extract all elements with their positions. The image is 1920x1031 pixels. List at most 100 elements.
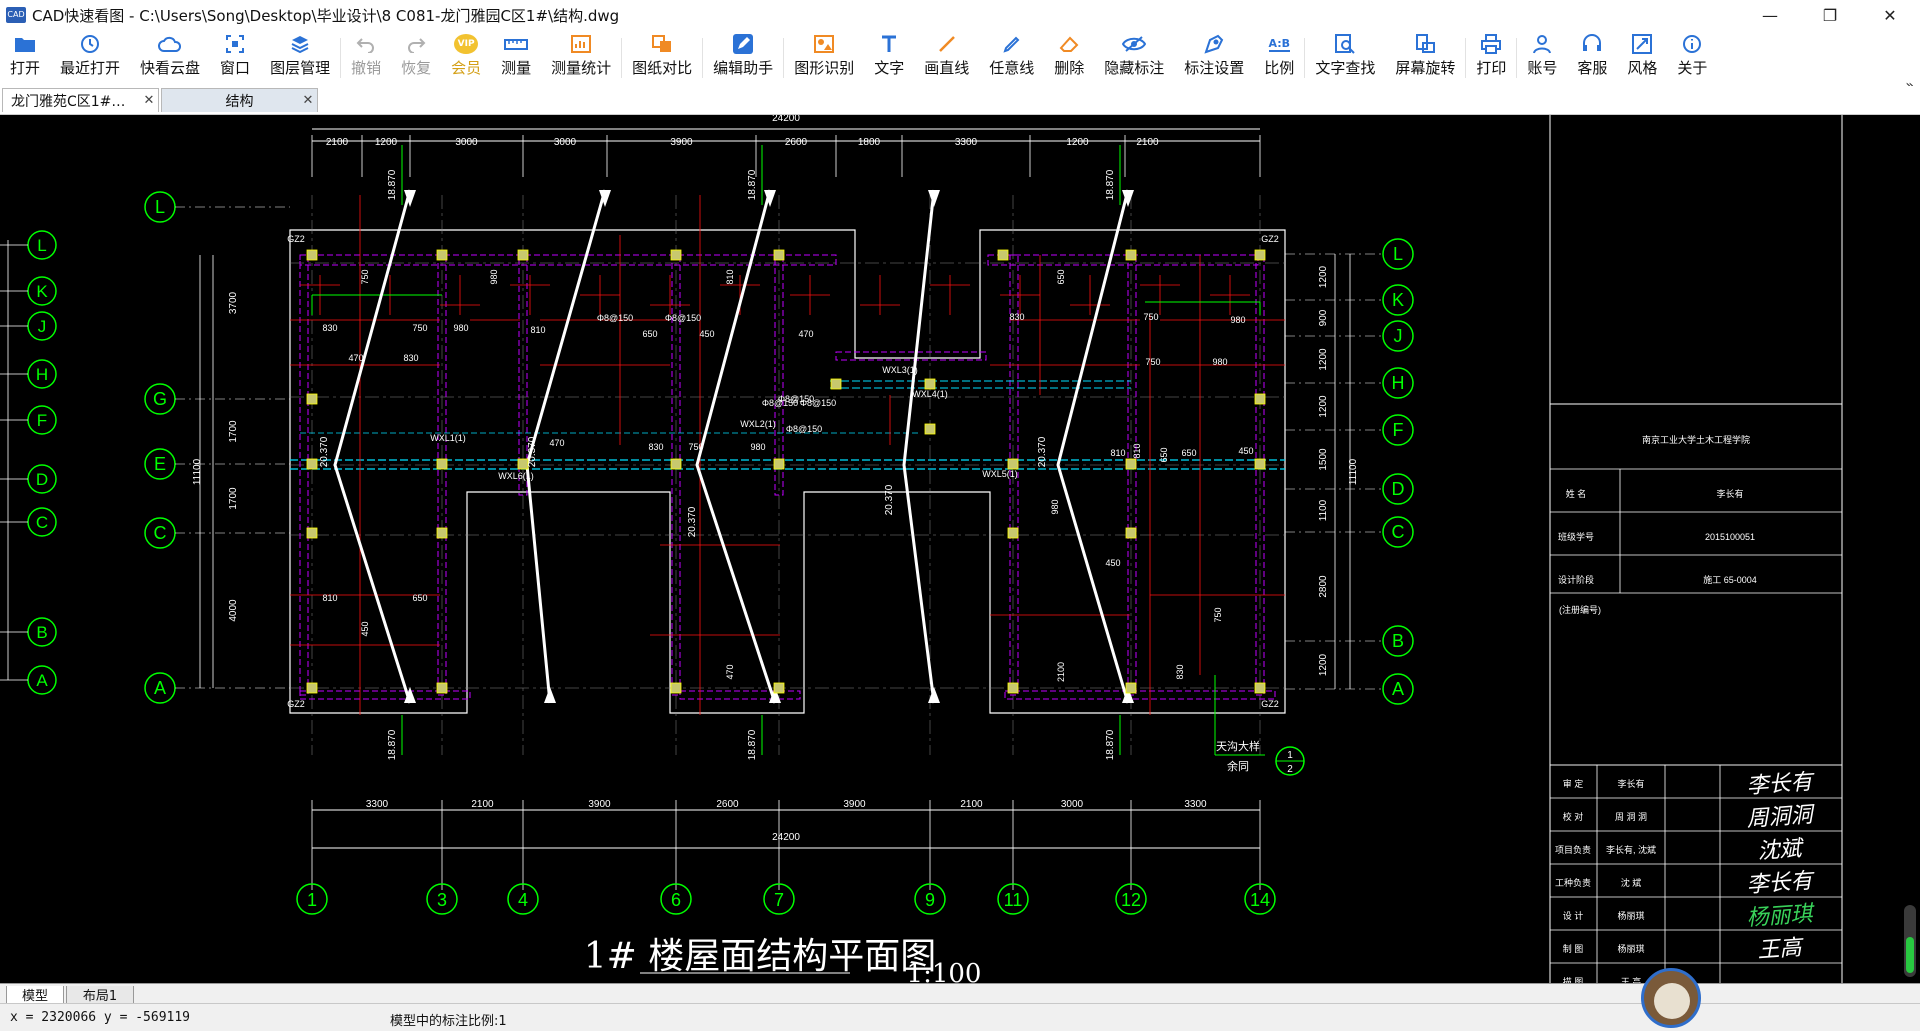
layout-tab-layout1[interactable]: 布局1 bbox=[66, 986, 134, 1004]
row-axis-label-far-left: D bbox=[36, 470, 48, 489]
cad-drawing[interactable]: 242002100 1200 3000 3000 3900 2600 1800 3300 120… bbox=[0, 115, 1920, 983]
vip-button[interactable]: VIP 会员 bbox=[441, 30, 491, 86]
title-block-sign-key: 描 图 bbox=[1563, 976, 1584, 983]
edit-assistant-button[interactable]: 编辑助手 bbox=[703, 30, 783, 86]
rebar-dim-label: 980 bbox=[1230, 315, 1245, 325]
maximize-button[interactable]: ❐ bbox=[1800, 0, 1860, 30]
beam-outline bbox=[835, 351, 987, 361]
rotate-icon bbox=[1414, 30, 1436, 58]
recent-open-button[interactable]: 最近打开 bbox=[50, 30, 130, 86]
window-icon bbox=[225, 30, 245, 58]
column-axis-label: 4 bbox=[518, 890, 528, 910]
text-search-button[interactable]: 文字查找 bbox=[1305, 30, 1385, 86]
open-button[interactable]: 打开 bbox=[0, 30, 50, 86]
freehand-line-button[interactable]: 任意线 bbox=[979, 30, 1044, 86]
screen-rotate-button[interactable]: 屏幕旋转 bbox=[1385, 30, 1465, 86]
detail-note: 天沟大样 bbox=[1216, 739, 1260, 753]
ridge-elevation: 18.870 bbox=[387, 729, 398, 760]
bottom-dim-text: 3300 bbox=[1184, 799, 1207, 810]
beam-label: WXL3(1) bbox=[882, 365, 918, 375]
ridge-elevation: 18.870 bbox=[747, 169, 758, 200]
account-button[interactable]: 账号 bbox=[1517, 30, 1567, 86]
shape-recognize-button[interactable]: 图形识别 bbox=[784, 30, 864, 86]
beam-outline bbox=[987, 254, 1259, 266]
structural-column bbox=[1254, 249, 1266, 261]
about-button[interactable]: 关于 bbox=[1667, 30, 1717, 86]
eave-elevation: 20.370 bbox=[319, 436, 330, 467]
title-block-sign-value: 沈 斌 bbox=[1621, 877, 1642, 888]
undo-button[interactable]: 撤销 bbox=[341, 30, 391, 86]
print-button[interactable]: 打印 bbox=[1466, 30, 1516, 86]
layer-manager-button[interactable]: 图层管理 bbox=[260, 30, 340, 86]
assistant-avatar[interactable] bbox=[1641, 968, 1701, 1028]
right-dim-text: 1500 bbox=[1318, 448, 1329, 471]
title-block-value: 施工 65-0004 bbox=[1703, 574, 1757, 585]
row-axis-label-left: G bbox=[153, 389, 167, 409]
document-tabs: 龙门雅苑C区1#… ✕ 结构 ✕ bbox=[0, 86, 1920, 115]
title-block-sign-value: 李长有 bbox=[1617, 778, 1644, 789]
dimension-settings-icon bbox=[1203, 30, 1225, 58]
rebar-dim-label-vertical: 980 bbox=[1050, 499, 1060, 514]
left-dim-text: 1700 bbox=[228, 420, 239, 443]
roof-ridge-line bbox=[333, 189, 412, 704]
structural-column bbox=[1007, 527, 1019, 539]
draw-line-button[interactable]: 画直线 bbox=[914, 30, 979, 86]
info-icon bbox=[1682, 30, 1702, 58]
text-icon bbox=[879, 30, 899, 58]
handwritten-signature: 李长有 bbox=[1746, 770, 1817, 800]
support-button[interactable]: 客服 bbox=[1567, 30, 1617, 86]
rebar-dim-label-vertical: 450 bbox=[360, 621, 370, 636]
hide-annotations-button[interactable]: 隐藏标注 bbox=[1094, 30, 1174, 86]
zoom-indicator[interactable] bbox=[1904, 905, 1916, 977]
handwritten-signature: 沈斌 bbox=[1757, 836, 1806, 864]
style-button[interactable]: 风格 bbox=[1617, 30, 1667, 86]
top-dim-text: 2600 bbox=[785, 137, 808, 148]
tab-close-icon[interactable]: ✕ bbox=[299, 93, 317, 108]
drawing-canvas[interactable]: 24200 2100 1200 3000 3000 3900 2600 1800 3300 120… bbox=[0, 115, 1920, 983]
layout-tab-model[interactable]: 模型 bbox=[6, 986, 64, 1004]
row-axis-label-far-left: F bbox=[37, 411, 47, 430]
rebar-dim-label-vertical: 830 bbox=[1175, 664, 1185, 679]
cloud-drive-button[interactable]: 快看云盘 bbox=[130, 30, 210, 86]
ridge-elevation: 18.870 bbox=[387, 169, 398, 200]
top-dim-text: 3300 bbox=[955, 137, 978, 148]
row-axis-label-right: H bbox=[1392, 373, 1405, 393]
title-block-sign-key: 项目负责 bbox=[1555, 844, 1591, 855]
column-axis-label: 7 bbox=[774, 890, 784, 910]
tab-longmen[interactable]: 龙门雅苑C区1#… ✕ bbox=[2, 88, 159, 112]
column-tag: GZ2 bbox=[1261, 234, 1279, 244]
rebar-dim-label: 810 bbox=[530, 325, 545, 335]
title-block-sign-value: 王 高 bbox=[1621, 976, 1642, 983]
clock-icon bbox=[80, 30, 100, 58]
measure-stats-button[interactable]: 测量统计 bbox=[541, 30, 621, 86]
handwritten-signature: 李长有 bbox=[1746, 869, 1817, 899]
rebar-dim-label: 450 bbox=[1238, 446, 1253, 456]
tab-close-icon[interactable]: ✕ bbox=[140, 93, 158, 108]
title-block-sign-key: 工种负责 bbox=[1555, 877, 1591, 888]
measure-button[interactable]: 测量 bbox=[491, 30, 541, 86]
minimize-button[interactable]: — bbox=[1740, 0, 1800, 30]
text-tool-button[interactable]: 文字 bbox=[864, 30, 914, 86]
row-axis-label-right: J bbox=[1394, 326, 1403, 346]
rebar-dim-label-vertical: 750 bbox=[360, 269, 370, 284]
delete-button[interactable]: 删除 bbox=[1044, 30, 1094, 86]
tab-structure[interactable]: 结构 ✕ bbox=[161, 88, 318, 112]
right-dim-text: 1100 bbox=[1318, 499, 1329, 521]
close-window-button[interactable]: ✕ bbox=[1860, 0, 1920, 30]
redo-icon bbox=[406, 30, 426, 58]
dimension-settings-button[interactable]: 标注设置 bbox=[1174, 30, 1254, 86]
rebar-dim-label: 750 bbox=[412, 323, 427, 333]
title-block-remark: (注册编号) bbox=[1559, 604, 1601, 615]
coordinate-readout: x = 2320066 y = -569119 bbox=[10, 1010, 191, 1025]
right-dim-text: 2800 bbox=[1318, 575, 1329, 598]
eye-icon bbox=[1122, 30, 1147, 58]
eave-elevation: 20.370 bbox=[687, 506, 698, 537]
right-dim-text: 1200 bbox=[1318, 348, 1329, 371]
window-button[interactable]: 窗口 bbox=[210, 30, 260, 86]
status-bar: x = 2320066 y = -569119 模型中的标注比例:1 bbox=[0, 1003, 1920, 1031]
handwritten-signature: 王高 bbox=[1757, 935, 1806, 963]
ridge-elevation: 18.870 bbox=[747, 729, 758, 760]
compare-drawings-button[interactable]: 图纸对比 bbox=[622, 30, 702, 86]
scale-button[interactable]: A:B 比例 bbox=[1254, 30, 1304, 86]
redo-button[interactable]: 恢复 bbox=[391, 30, 441, 86]
